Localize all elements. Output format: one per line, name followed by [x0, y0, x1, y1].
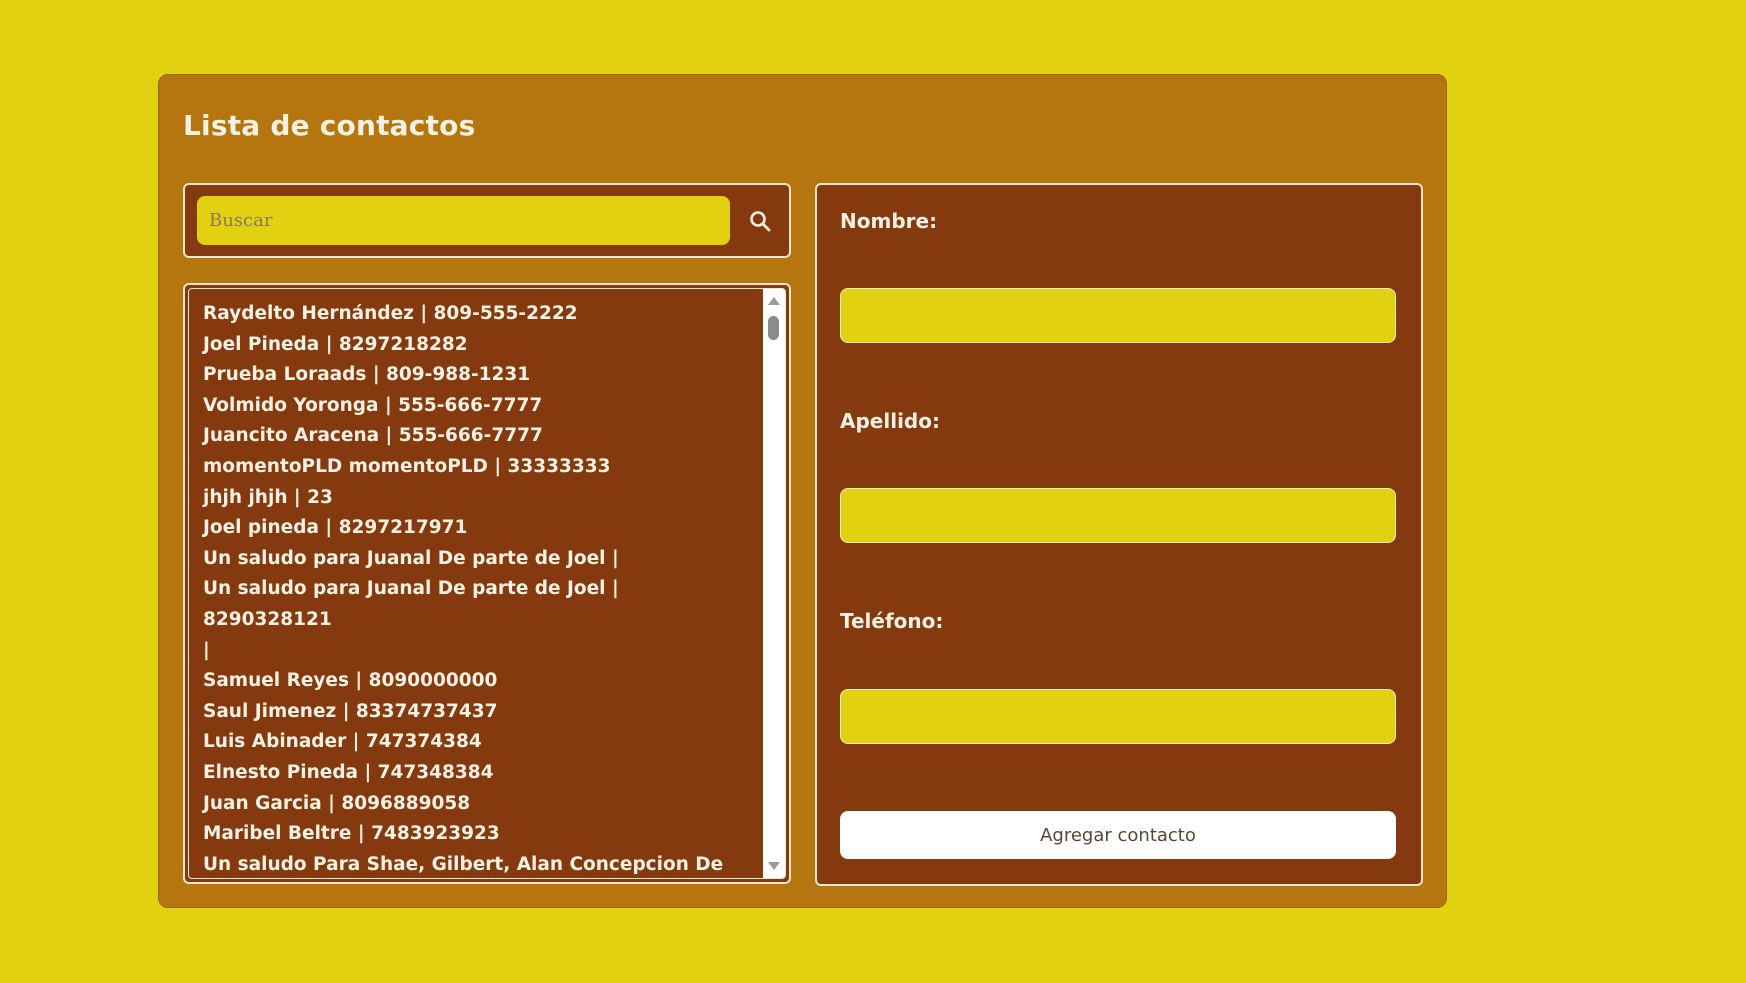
apellido-label: Apellido:: [840, 409, 940, 433]
telefono-field[interactable]: [840, 689, 1396, 744]
contact-list-item[interactable]: momentoPLD momentoPLD | 33333333: [203, 452, 745, 483]
contact-list-item[interactable]: Saul Jimenez | 83374737437: [203, 697, 745, 728]
contact-list-item[interactable]: Prueba Loraads | 809-988-1231: [203, 360, 745, 391]
contact-list-viewport[interactable]: Raydelto Hernández | 809-555-2222 Joel Pi…: [188, 288, 786, 879]
nombre-field[interactable]: [840, 288, 1396, 343]
contact-list-item[interactable]: Un saludo Para Shae, Gilbert, Alan Conce…: [203, 850, 745, 878]
contact-list-item[interactable]: |: [203, 636, 745, 667]
contact-list-item[interactable]: Raydelto Hernández | 809-555-2222: [203, 299, 745, 330]
contact-list-box: Raydelto Hernández | 809-555-2222 Joel Pi…: [183, 283, 791, 884]
contact-list-item[interactable]: Volmido Yoronga | 555-666-7777: [203, 391, 745, 422]
contact-list-item[interactable]: Un saludo para Juanal De parte de Joel |: [203, 544, 745, 575]
contact-list-item[interactable]: Luis Abinader | 747374384: [203, 727, 745, 758]
contact-list-item[interactable]: Joel Pineda | 8297218282: [203, 330, 745, 361]
search-input[interactable]: [197, 196, 730, 245]
search-bar: [183, 183, 791, 258]
nombre-label: Nombre:: [840, 209, 938, 233]
page-title: Lista de contactos: [183, 109, 476, 142]
scroll-thumb[interactable]: [768, 316, 779, 340]
contact-list-item[interactable]: Joel pineda | 8297217971: [203, 513, 745, 544]
add-contact-button[interactable]: Agregar contacto: [840, 811, 1396, 859]
contact-list-item[interactable]: jhjh jhjh | 23: [203, 483, 745, 514]
contacts-card: Lista de contactos Raydelto Hernández | …: [158, 74, 1447, 908]
contact-list-item[interactable]: Samuel Reyes | 8090000000: [203, 666, 745, 697]
contact-list-item[interactable]: Un saludo para Juanal De parte de Joel |…: [203, 574, 745, 635]
telefono-label: Teléfono:: [840, 609, 944, 633]
add-contact-form: Nombre: Apellido: Teléfono: Agregar cont…: [815, 183, 1423, 886]
search-icon: [750, 211, 771, 232]
contact-list-item[interactable]: Elnesto Pineda | 747348384: [203, 758, 745, 789]
contact-list-item[interactable]: Maribel Beltre | 7483923923: [203, 819, 745, 850]
contact-list: Raydelto Hernández | 809-555-2222 Joel Pi…: [189, 289, 785, 878]
search-button[interactable]: [740, 201, 780, 241]
contact-list-item[interactable]: Juan Garcia | 8096889058: [203, 789, 745, 820]
scroll-down-arrow-icon[interactable]: [768, 862, 780, 870]
contact-list-item[interactable]: Juancito Aracena | 555-666-7777: [203, 421, 745, 452]
list-scrollbar[interactable]: [763, 289, 785, 878]
scroll-up-arrow-icon[interactable]: [768, 297, 780, 305]
apellido-field[interactable]: [840, 488, 1396, 543]
